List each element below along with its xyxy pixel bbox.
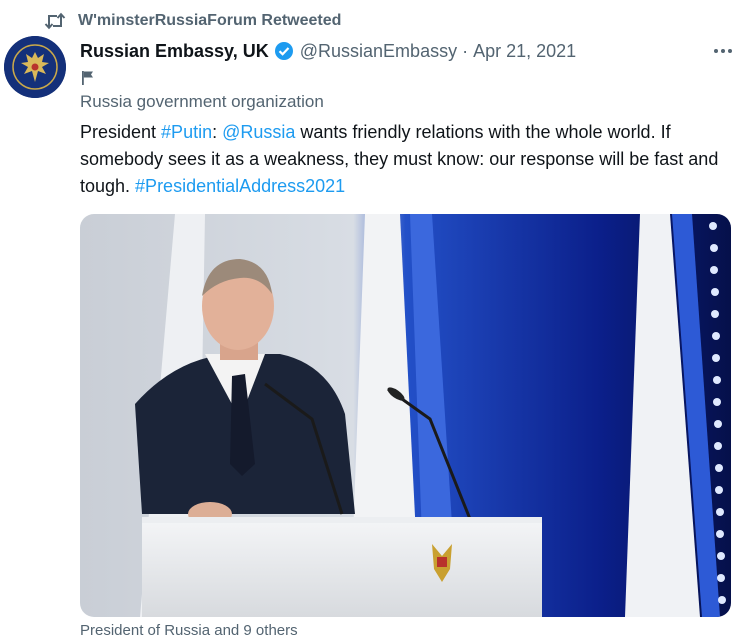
social-context[interactable]: W'minsterRussiaForum Retweeted	[40, 10, 341, 32]
tweet-text: President #Putin: @Russia wants friendly…	[80, 119, 740, 200]
separator-dot: ·	[462, 40, 469, 61]
tweet-date[interactable]: Apr 21, 2021	[473, 41, 576, 62]
tweet-text-segment: President	[80, 122, 162, 142]
tweet-header: Russian Embassy, UK @RussianEmbassy · Ap…	[80, 38, 736, 64]
avatar[interactable]	[4, 36, 66, 98]
hashtag-link-putin[interactable]: #Putin	[161, 122, 212, 142]
flag-icon	[81, 70, 95, 91]
author-handle[interactable]: @RussianEmbassy	[300, 41, 457, 62]
verified-badge-icon	[274, 41, 294, 61]
double-headed-eagle-icon	[4, 36, 66, 98]
more-options-icon[interactable]	[710, 45, 736, 57]
government-organization-label: Russia government organization	[80, 92, 324, 111]
hashtag-link-presidential-address[interactable]: #PresidentialAddress2021	[135, 176, 345, 196]
author-name[interactable]: Russian Embassy, UK	[80, 41, 269, 62]
tweet-text-segment: :	[212, 122, 223, 142]
mention-link-russia[interactable]: @Russia	[222, 122, 295, 142]
tweet-photo[interactable]	[80, 214, 731, 617]
photo-tags-caption[interactable]: President of Russia and 9 others	[80, 622, 298, 639]
retweet-icon	[40, 11, 70, 31]
speech-photo	[80, 214, 731, 617]
retweeted-by-label[interactable]: W'minsterRussiaForum Retweeted	[78, 12, 341, 30]
